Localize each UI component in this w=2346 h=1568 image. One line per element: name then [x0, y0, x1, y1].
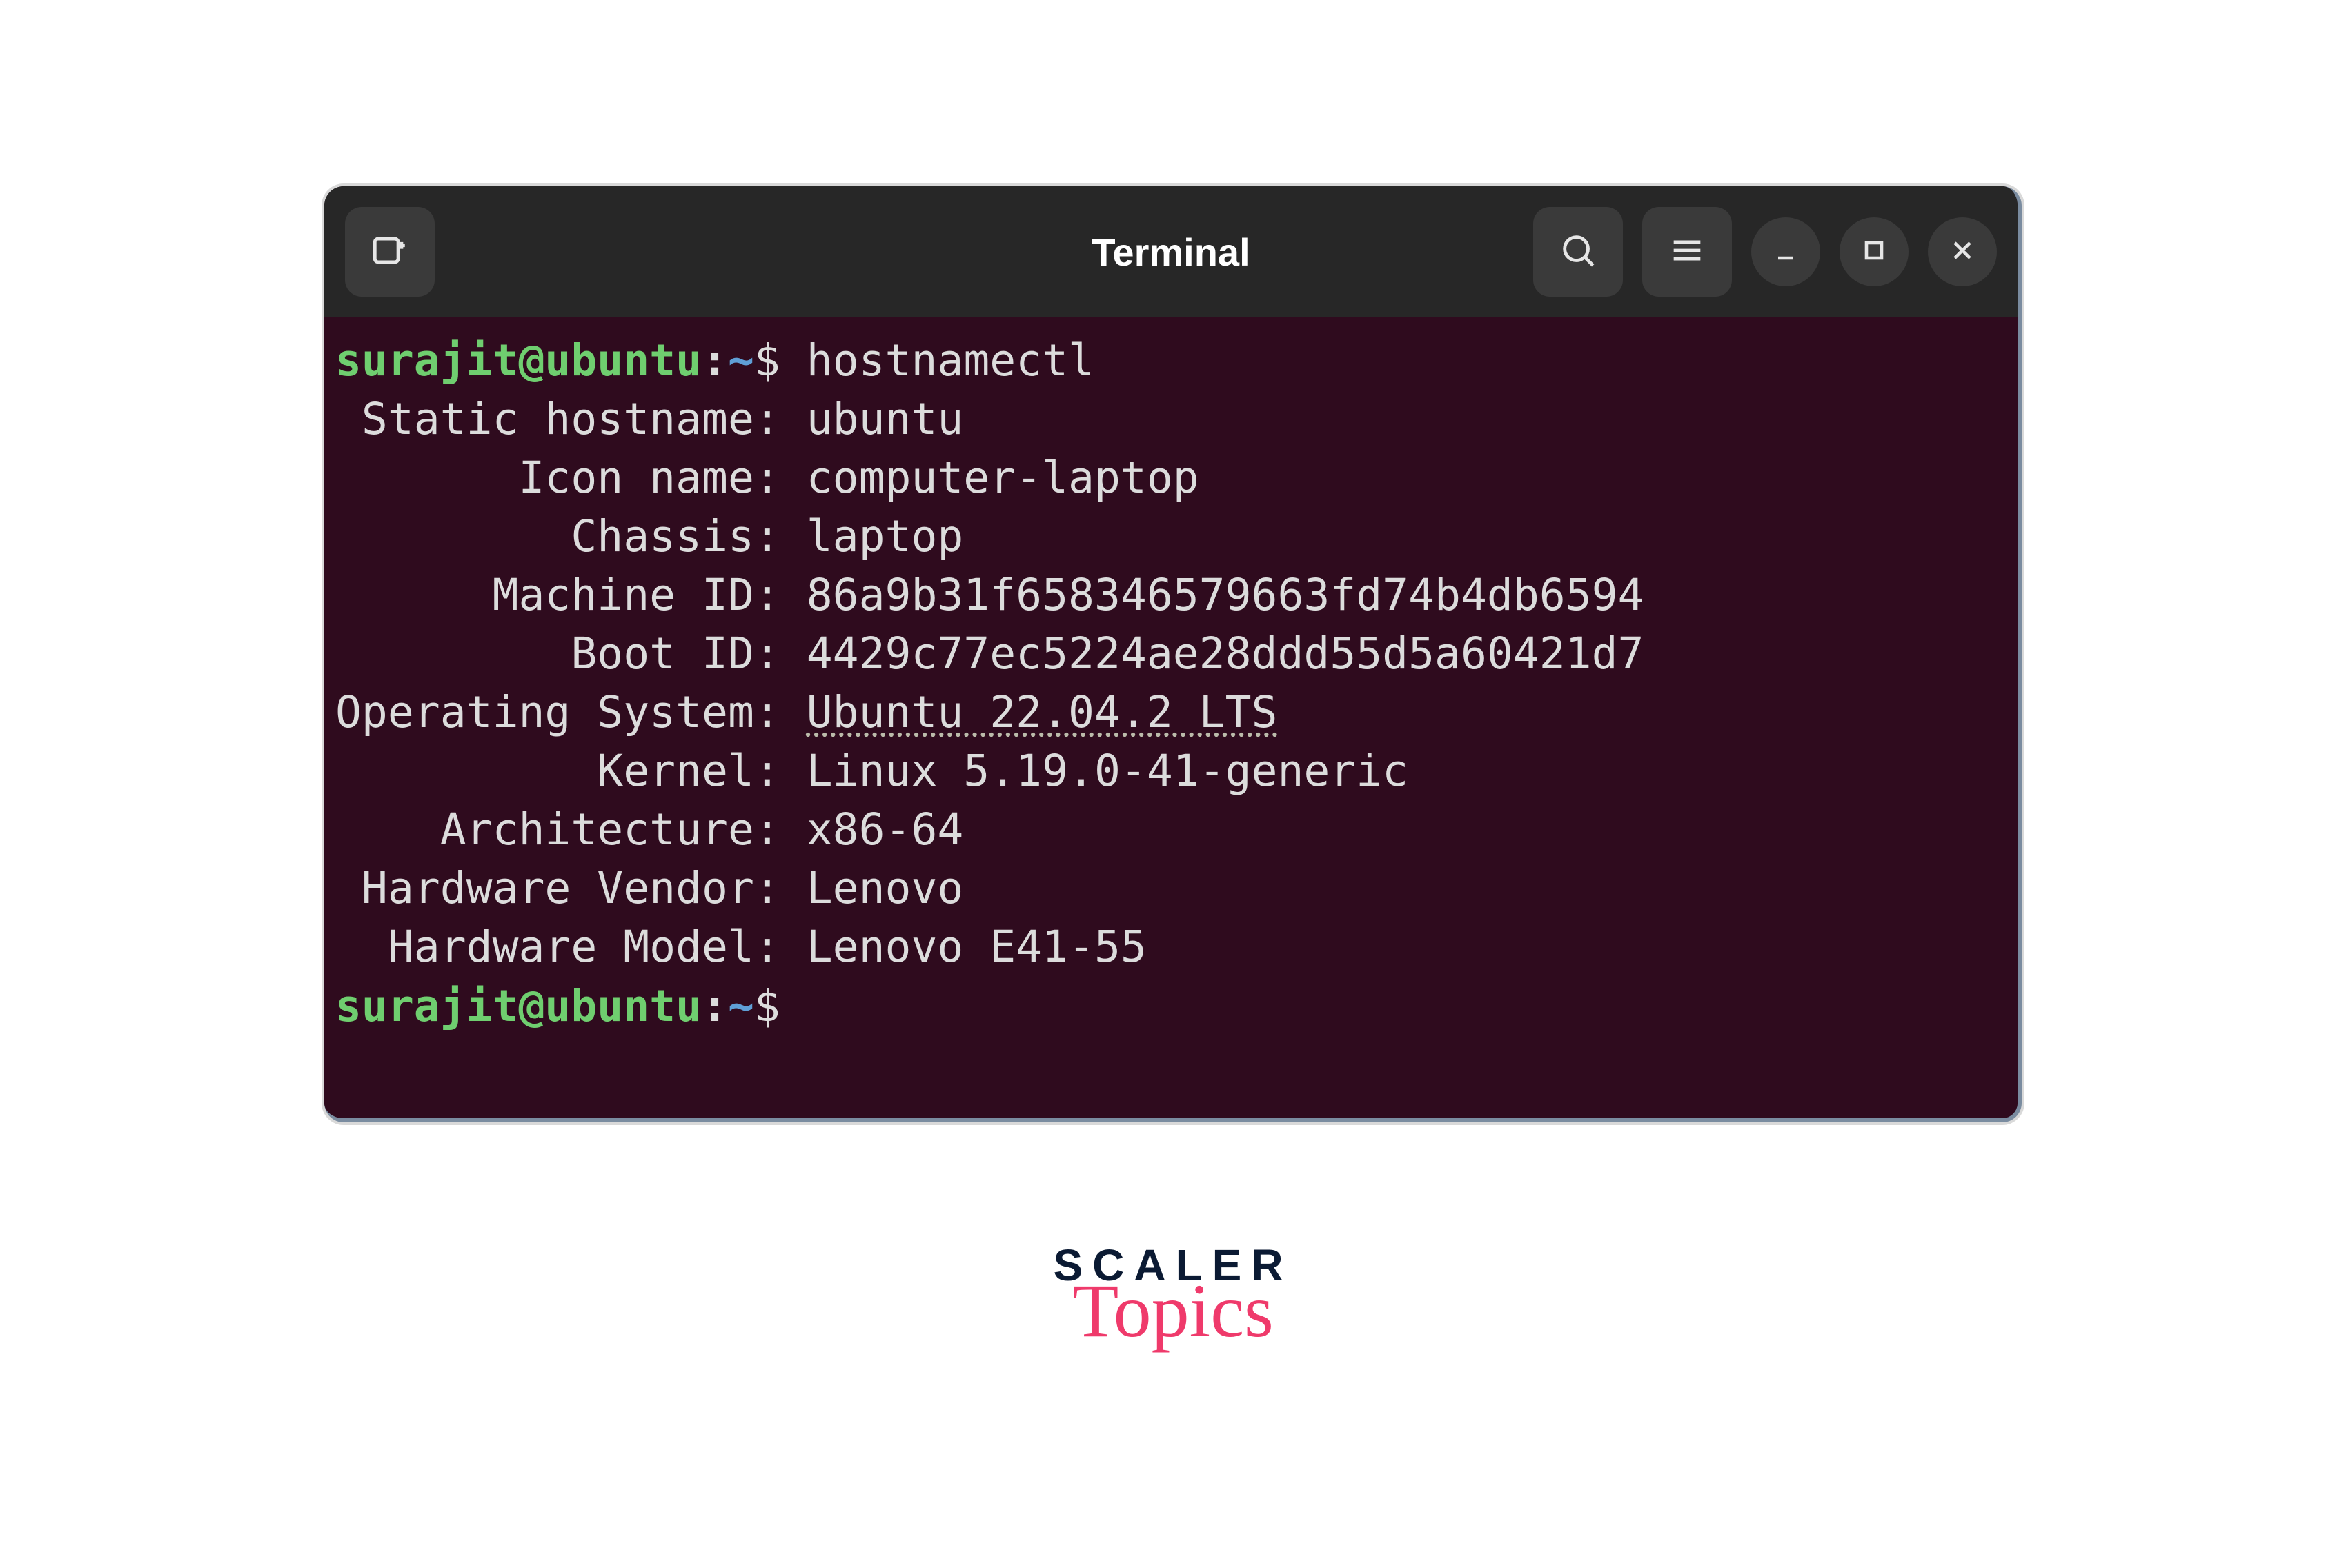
output-value: Lenovo E41-55: [807, 922, 1147, 972]
output-value: computer-laptop: [807, 453, 1199, 503]
output-row: Static hostname: ubuntu: [335, 390, 2007, 448]
output-row: Hardware Vendor: Lenovo: [335, 859, 2007, 917]
output-key: Static hostname:: [335, 394, 807, 444]
output-value: x86-64: [807, 804, 964, 855]
terminal-window: Terminal: [324, 186, 2022, 1122]
new-tab-icon: [370, 230, 410, 274]
window-title: Terminal: [1092, 230, 1250, 275]
close-icon: [1947, 235, 1978, 269]
prompt-line-1: surajit@ubuntu:~$ hostnamectl: [335, 331, 2007, 390]
output-row: Chassis: laptop: [335, 507, 2007, 566]
new-tab-button[interactable]: [345, 207, 435, 297]
search-button[interactable]: [1533, 207, 1623, 297]
search-icon: [1558, 230, 1598, 274]
command-text: hostnamectl: [807, 335, 1094, 386]
output-value: Ubuntu 22.04.2 LTS: [807, 687, 1278, 737]
minimize-button[interactable]: [1751, 217, 1820, 286]
output-key: Operating System:: [335, 687, 807, 737]
menu-button[interactable]: [1642, 207, 1732, 297]
prompt-path: ~: [728, 335, 754, 386]
output-key: Kernel:: [335, 746, 807, 796]
output-key: Icon name:: [335, 453, 807, 503]
menu-icon: [1667, 230, 1707, 274]
output-key: Hardware Vendor:: [335, 863, 807, 913]
minimize-icon: [1771, 235, 1801, 269]
output-key: Boot ID:: [335, 628, 807, 679]
maximize-icon: [1859, 235, 1889, 269]
output-value: Linux 5.19.0-41-generic: [807, 746, 1408, 796]
output-value: Lenovo: [807, 863, 964, 913]
output-value: 86a9b31f658346579663fd74b4db6594: [807, 570, 1644, 620]
branding-line2: Topics: [1053, 1277, 1292, 1345]
output-row: Boot ID: 4429c77ec5224ae28ddd55d5a60421d…: [335, 624, 2007, 683]
output-key: Architecture:: [335, 804, 807, 855]
output-row: Machine ID: 86a9b31f658346579663fd74b4db…: [335, 566, 2007, 624]
output-row: Icon name: computer-laptop: [335, 448, 2007, 507]
output-value: 4429c77ec5224ae28ddd55d5a60421d7: [807, 628, 1644, 679]
prompt-line-2: surajit@ubuntu:~$: [335, 977, 2007, 1035]
prompt-user-host: surajit@ubuntu: [335, 335, 702, 386]
output-key: Chassis:: [335, 511, 807, 562]
terminal-body[interactable]: surajit@ubuntu:~$ hostnamectl Static hos…: [324, 317, 2018, 1118]
output-key: Machine ID:: [335, 570, 807, 620]
output-row: Kernel: Linux 5.19.0-41-generic: [335, 742, 2007, 800]
prompt-symbol: $: [754, 335, 780, 386]
branding-watermark: SCALER Topics: [1053, 1240, 1292, 1345]
maximize-button[interactable]: [1840, 217, 1909, 286]
close-button[interactable]: [1928, 217, 1997, 286]
output-row: Operating System: Ubuntu 22.04.2 LTS: [335, 683, 2007, 742]
output-row: Architecture: x86-64: [335, 800, 2007, 859]
titlebar: Terminal: [324, 186, 2018, 317]
output-row: Hardware Model: Lenovo E41-55: [335, 917, 2007, 976]
output-value: ubuntu: [807, 394, 964, 444]
output-key: Hardware Model:: [335, 922, 807, 972]
output-value: laptop: [807, 511, 964, 562]
